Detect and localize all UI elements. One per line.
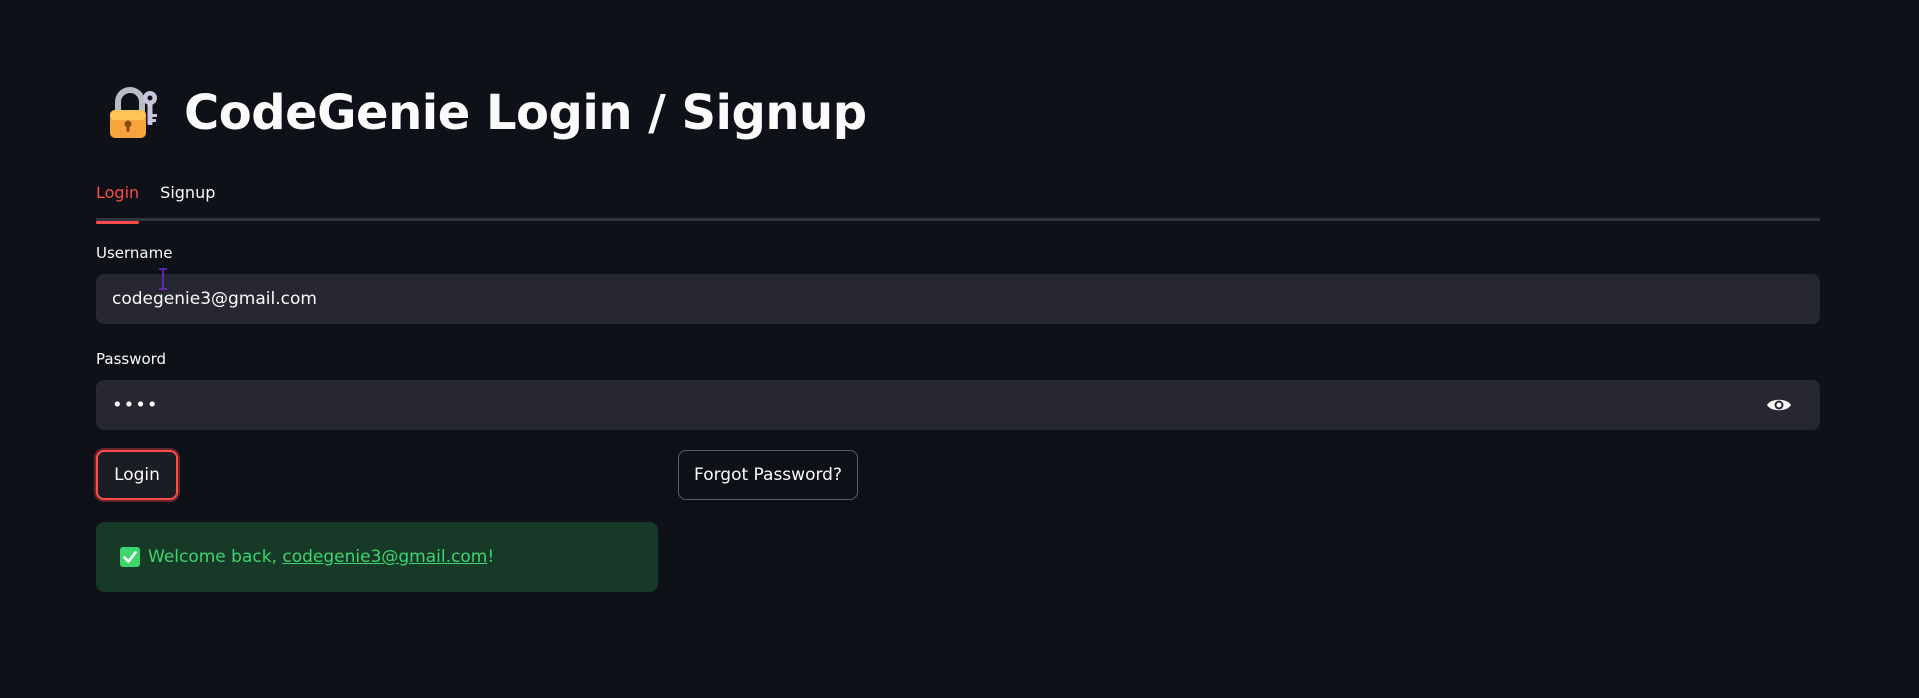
lock-with-key-icon xyxy=(110,87,157,138)
password-masked-value: •••• xyxy=(112,394,159,416)
page-title: CodeGenie Login / Signup xyxy=(184,85,867,141)
eye-icon[interactable] xyxy=(1766,396,1792,414)
check-mark-icon xyxy=(120,547,140,567)
login-button[interactable]: Login xyxy=(96,450,178,500)
alert-prefix: Welcome back, xyxy=(148,547,283,567)
text-cursor-icon xyxy=(159,268,167,290)
tab-login[interactable]: Login xyxy=(96,178,140,224)
tab-signup[interactable]: Signup xyxy=(160,178,215,218)
alert-suffix: ! xyxy=(487,547,495,567)
password-label: Password xyxy=(96,350,167,368)
success-alert: Welcome back, codegenie3@gmail.com ! xyxy=(96,522,658,592)
password-field[interactable]: •••• xyxy=(96,380,1820,430)
username-input[interactable] xyxy=(96,274,1820,324)
login-page: CodeGenie Login / Signup Login Signup Us… xyxy=(0,0,1919,698)
tab-bar: Login Signup xyxy=(96,178,1820,224)
forgot-password-button[interactable]: Forgot Password? xyxy=(678,450,858,500)
username-field-container xyxy=(96,274,1820,324)
username-label: Username xyxy=(96,244,173,262)
title-row: CodeGenie Login / Signup xyxy=(104,84,867,142)
alert-user-link[interactable]: codegenie3@gmail.com xyxy=(282,547,487,567)
